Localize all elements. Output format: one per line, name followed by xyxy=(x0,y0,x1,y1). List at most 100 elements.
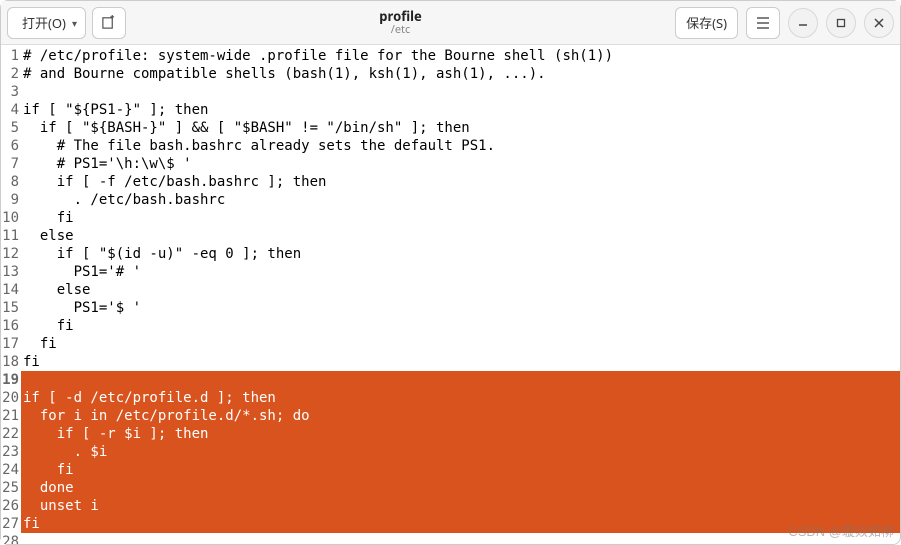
code-line[interactable]: 19 xyxy=(1,371,900,389)
code-editor[interactable]: 1# /etc/profile: system-wide .profile fi… xyxy=(1,45,900,544)
code-text: # The file bash.bashrc already sets the … xyxy=(21,137,900,155)
code-line[interactable]: 14 else xyxy=(1,281,900,299)
close-button[interactable] xyxy=(864,8,894,38)
line-number: 25 xyxy=(1,479,21,497)
code-line[interactable]: 24 fi xyxy=(1,461,900,479)
code-line[interactable]: 27fi xyxy=(1,515,900,533)
code-line[interactable]: 20if [ -d /etc/profile.d ]; then xyxy=(1,389,900,407)
code-line[interactable]: 5 if [ "${BASH-}" ] && [ "$BASH" != "/bi… xyxy=(1,119,900,137)
maximize-button[interactable] xyxy=(826,8,856,38)
code-text: fi xyxy=(21,335,900,353)
line-number: 13 xyxy=(1,263,21,281)
line-number: 9 xyxy=(1,191,21,209)
line-number: 24 xyxy=(1,461,21,479)
line-number: 22 xyxy=(1,425,21,443)
code-line[interactable]: 26 unset i xyxy=(1,497,900,515)
code-line[interactable]: 4if [ "${PS1-}" ]; then xyxy=(1,101,900,119)
new-tab-icon xyxy=(101,15,116,30)
code-text: # and Bourne compatible shells (bash(1),… xyxy=(21,65,900,83)
line-number: 8 xyxy=(1,173,21,191)
code-text: fi xyxy=(21,353,900,371)
code-line[interactable]: 13 PS1='# ' xyxy=(1,263,900,281)
line-number: 17 xyxy=(1,335,21,353)
save-button[interactable]: 保存(S) xyxy=(675,7,738,39)
line-number: 21 xyxy=(1,407,21,425)
hamburger-icon xyxy=(756,17,770,29)
code-line[interactable]: 3 xyxy=(1,83,900,101)
code-line[interactable]: 16 fi xyxy=(1,317,900,335)
code-text: done xyxy=(21,479,900,497)
code-line[interactable]: 28 xyxy=(1,533,900,544)
minimize-button[interactable] xyxy=(788,8,818,38)
code-text: . /etc/bash.bashrc xyxy=(21,191,900,209)
line-number: 19 xyxy=(1,371,21,389)
code-line[interactable]: 25 done xyxy=(1,479,900,497)
line-number: 16 xyxy=(1,317,21,335)
titlebar: 打开(O) ▾ profile /etc 保存(S) xyxy=(1,1,900,45)
code-text: else xyxy=(21,227,900,245)
code-line[interactable]: 12 if [ "$(id -u)" -eq 0 ]; then xyxy=(1,245,900,263)
code-text: fi xyxy=(21,515,900,533)
line-number: 11 xyxy=(1,227,21,245)
code-text: if [ "$(id -u)" -eq 0 ]; then xyxy=(21,245,900,263)
code-line[interactable]: 1# /etc/profile: system-wide .profile fi… xyxy=(1,47,900,65)
code-line[interactable]: 2# and Bourne compatible shells (bash(1)… xyxy=(1,65,900,83)
code-text: # /etc/profile: system-wide .profile fil… xyxy=(21,47,900,65)
code-text: PS1='# ' xyxy=(21,263,900,281)
code-line[interactable]: 23 . $i xyxy=(1,443,900,461)
code-text: else xyxy=(21,281,900,299)
code-text: if [ -r $i ]; then xyxy=(21,425,900,443)
title-area: profile /etc xyxy=(132,9,669,37)
code-text xyxy=(21,371,900,389)
code-line[interactable]: 8 if [ -f /etc/bash.bashrc ]; then xyxy=(1,173,900,191)
line-number: 14 xyxy=(1,281,21,299)
line-number: 15 xyxy=(1,299,21,317)
new-tab-button[interactable] xyxy=(92,7,126,39)
code-text: fi xyxy=(21,209,900,227)
minimize-icon xyxy=(797,17,809,29)
line-number: 10 xyxy=(1,209,21,227)
open-button[interactable]: 打开(O) ▾ xyxy=(7,7,86,39)
maximize-icon xyxy=(835,17,847,29)
line-number: 20 xyxy=(1,389,21,407)
code-line[interactable]: 9 . /etc/bash.bashrc xyxy=(1,191,900,209)
line-number: 5 xyxy=(1,119,21,137)
line-number: 4 xyxy=(1,101,21,119)
code-text: PS1='$ ' xyxy=(21,299,900,317)
code-text: fi xyxy=(21,461,900,479)
code-line[interactable]: 15 PS1='$ ' xyxy=(1,299,900,317)
code-line[interactable]: 22 if [ -r $i ]; then xyxy=(1,425,900,443)
open-button-label: 打开(O) xyxy=(22,13,66,32)
line-number: 3 xyxy=(1,83,21,101)
code-line[interactable]: 18fi xyxy=(1,353,900,371)
line-number: 18 xyxy=(1,353,21,371)
code-text: if [ -d /etc/profile.d ]; then xyxy=(21,389,900,407)
line-number: 26 xyxy=(1,497,21,515)
code-text: if [ -f /etc/bash.bashrc ]; then xyxy=(21,173,900,191)
code-line[interactable]: 21 for i in /etc/profile.d/*.sh; do xyxy=(1,407,900,425)
code-text: for i in /etc/profile.d/*.sh; do xyxy=(21,407,900,425)
code-line[interactable]: 7 # PS1='\h:\w\$ ' xyxy=(1,155,900,173)
code-text: if [ "${PS1-}" ]; then xyxy=(21,101,900,119)
line-number: 28 xyxy=(1,533,21,544)
line-number: 12 xyxy=(1,245,21,263)
code-text: fi xyxy=(21,317,900,335)
line-number: 7 xyxy=(1,155,21,173)
line-number: 6 xyxy=(1,137,21,155)
line-number: 1 xyxy=(1,47,21,65)
window-subtitle: /etc xyxy=(132,24,669,37)
menu-button[interactable] xyxy=(746,7,780,39)
line-number: 23 xyxy=(1,443,21,461)
code-line[interactable]: 11 else xyxy=(1,227,900,245)
code-text xyxy=(21,533,900,544)
code-text: . $i xyxy=(21,443,900,461)
code-text: unset i xyxy=(21,497,900,515)
save-button-label: 保存(S) xyxy=(686,13,727,32)
chevron-down-icon: ▾ xyxy=(72,16,77,30)
code-line[interactable]: 10 fi xyxy=(1,209,900,227)
code-text: if [ "${BASH-}" ] && [ "$BASH" != "/bin/… xyxy=(21,119,900,137)
code-line[interactable]: 17 fi xyxy=(1,335,900,353)
line-number: 27 xyxy=(1,515,21,533)
code-text: # PS1='\h:\w\$ ' xyxy=(21,155,900,173)
code-line[interactable]: 6 # The file bash.bashrc already sets th… xyxy=(1,137,900,155)
